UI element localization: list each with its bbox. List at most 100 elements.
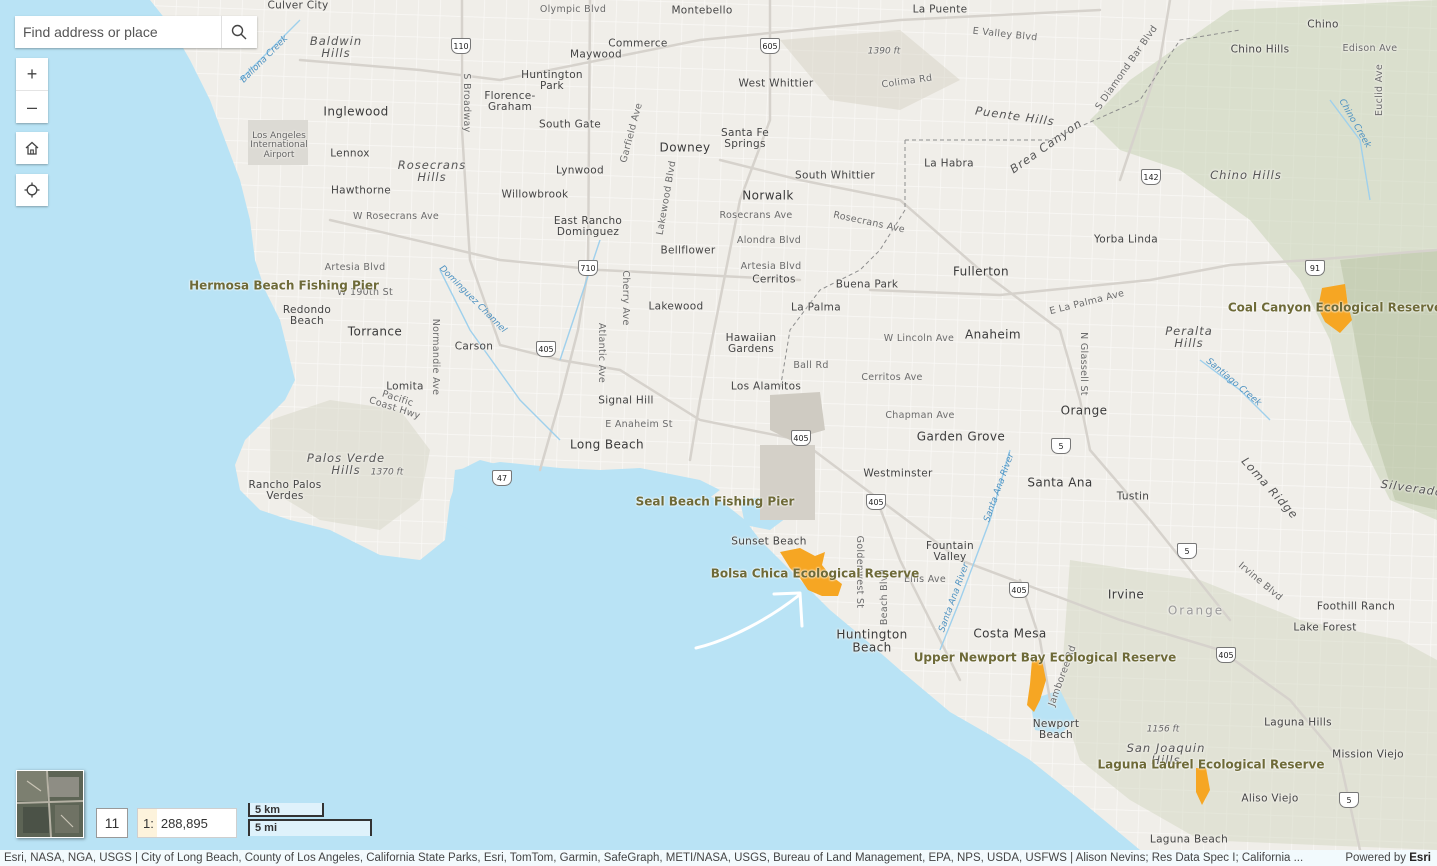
street-broadway: S Broadway (460, 73, 472, 133)
highway-405-shield-c: 405 (866, 494, 886, 510)
locate-button[interactable] (16, 174, 48, 206)
label-baldwin-hills: Baldwin Hills (309, 33, 363, 60)
street-ball: Ball Rd (793, 360, 829, 372)
highway-5-shield-c: 5 (1339, 792, 1359, 808)
highway-5-shield-a: 5 (1051, 438, 1071, 454)
label-la-palma: La Palma (791, 301, 841, 314)
label-costa-mesa: Costa Mesa (973, 626, 1047, 641)
powered-by[interactable]: Powered by Esri (1345, 850, 1431, 866)
street-alondra: Alondra Blvd (736, 235, 802, 247)
label-torrance: Torrance (347, 324, 403, 339)
street-artesia: Artesia Blvd (324, 262, 386, 274)
elevation-1390: 1390 ft (867, 46, 901, 57)
label-santa-ana: Santa Ana (1027, 475, 1093, 490)
label-carson: Carson (454, 340, 494, 353)
street-w-lincoln: W Lincoln Ave (883, 333, 955, 345)
street-normandie: Normandie Ave (429, 318, 441, 396)
label-chino: Chino (1307, 18, 1339, 31)
poi-upper-newport-bay-ecological-reserve[interactable]: Upper Newport Bay Ecological Reserve (914, 652, 1177, 665)
elevation-1370: 1370 ft (370, 467, 404, 478)
scale-ratio-display[interactable]: 1: 288,895 (137, 808, 237, 838)
label-huntington-park: Huntington Park (521, 68, 583, 92)
street-rosecrans: Rosecrans Ave (719, 210, 793, 222)
highway-5-shield-b: 5 (1177, 543, 1197, 559)
attribution-text[interactable]: Esri, NASA, NGA, USGS | City of Long Bea… (4, 850, 1334, 866)
street-w-rosecrans: W Rosecrans Ave (352, 211, 440, 223)
search-widget (15, 16, 257, 48)
locate-icon (24, 182, 40, 198)
poi-coal-canyon-ecological-reserve[interactable]: Coal Canyon Ecological Reserve (1228, 302, 1437, 315)
home-icon (25, 141, 39, 155)
label-florence-graham: Florence- Graham (484, 89, 536, 113)
label-downey: Downey (659, 140, 711, 155)
highway-405-shield-b: 405 (791, 430, 811, 446)
label-west-whittier: West Whittier (738, 77, 814, 90)
label-east-rancho-dominguez: East Rancho Dominguez (553, 214, 623, 238)
street-atlantic: Atlantic Ave (595, 322, 607, 384)
poi-laguna-laurel-ecological-reserve[interactable]: Laguna Laurel Ecological Reserve (1098, 759, 1325, 772)
label-anaheim: Anaheim (965, 327, 1021, 342)
imagery-thumbnail (17, 771, 83, 837)
street-artesia-2: Artesia Blvd (740, 261, 802, 273)
street-e-anaheim: E Anaheim St (605, 419, 673, 431)
search-input[interactable] (15, 16, 221, 48)
label-rancho-palos-verdes: Rancho Palos Verdes (248, 478, 322, 502)
label-foothill-ranch: Foothill Ranch (1316, 600, 1396, 613)
label-laguna-hills: Laguna Hills (1264, 716, 1332, 729)
seal-beach-base (760, 445, 815, 520)
street-cerritos-ave: Cerritos Ave (861, 372, 923, 384)
scale-value: 288,895 (160, 815, 208, 831)
search-button[interactable] (221, 16, 256, 48)
label-aliso-viejo: Aliso Viejo (1241, 792, 1299, 805)
label-garden-grove: Garden Grove (916, 429, 1006, 444)
scale-bar-metric: 5 km (248, 803, 324, 817)
label-orange: Orange (1060, 403, 1108, 418)
label-lynwood: Lynwood (556, 164, 604, 177)
elevation-1156: 1156 ft (1146, 724, 1180, 735)
search-icon (231, 24, 247, 40)
basemap-toggle-button[interactable] (16, 770, 84, 838)
street-chapman: Chapman Ave (885, 410, 955, 422)
scale-bar-imperial: 5 mi (248, 819, 372, 836)
zoom-level-display: 11 (96, 808, 128, 838)
poi-seal-beach-fishing-pier[interactable]: Seal Beach Fishing Pier (636, 496, 795, 509)
label-yorba-linda: Yorba Linda (1093, 233, 1159, 246)
label-inglewood: Inglewood (323, 104, 389, 119)
scale-prefix: 1: (138, 809, 157, 837)
label-santa-fe-springs: Santa Fe Springs (721, 126, 769, 150)
poi-hermosa-beach-fishing-pier[interactable]: Hermosa Beach Fishing Pier (189, 280, 379, 293)
basemap-canvas[interactable] (0, 0, 1437, 866)
label-lennox: Lennox (330, 147, 370, 160)
label-sunset-beach: Sunset Beach (731, 535, 807, 548)
street-olympic: Olympic Blvd (539, 4, 607, 16)
label-chino-hills-range: Chino Hills (1210, 167, 1282, 182)
home-button[interactable] (16, 132, 48, 164)
label-huntington-beach: Huntington Beach (836, 627, 908, 654)
zoom-in-button[interactable]: + (16, 58, 48, 90)
highway-91-shield: 91 (1305, 260, 1325, 276)
highway-405-shield-d: 405 (1009, 582, 1029, 598)
label-irvine: Irvine (1107, 587, 1145, 602)
label-rosecrans-hills: Rosecrans Hills (397, 157, 467, 184)
label-south-gate: South Gate (538, 118, 602, 131)
label-montebello: Montebello (671, 4, 733, 17)
label-lake-forest: Lake Forest (1293, 621, 1357, 634)
zoom-controls: + – (16, 58, 48, 123)
poi-bolsa-chica-ecological-reserve[interactable]: Bolsa Chica Ecological Reserve (711, 568, 919, 581)
map-view[interactable]: Culver City Montebello La Puente Chino B… (0, 0, 1437, 866)
zoom-out-button[interactable]: – (16, 90, 48, 123)
highway-142-shield: 142 (1141, 169, 1161, 185)
street-n-glassell: N Glassell St (1077, 332, 1089, 396)
label-norwalk: Norwalk (742, 188, 794, 203)
highway-405-shield-a: 405 (536, 341, 556, 357)
street-edison: Edison Ave (1342, 43, 1398, 55)
street-cherry: Cherry Ave (619, 270, 631, 326)
label-lax: Los Angeles International Airport (250, 130, 308, 160)
highway-405-shield-e: 405 (1216, 647, 1236, 663)
label-lakewood: Lakewood (648, 300, 704, 313)
label-redondo-beach: Redondo Beach (282, 303, 332, 327)
label-hawthorne: Hawthorne (330, 184, 392, 197)
label-hawaiian-gardens: Hawaiian Gardens (725, 331, 777, 355)
label-la-habra: La Habra (924, 157, 974, 170)
label-bellflower: Bellflower (660, 244, 716, 257)
